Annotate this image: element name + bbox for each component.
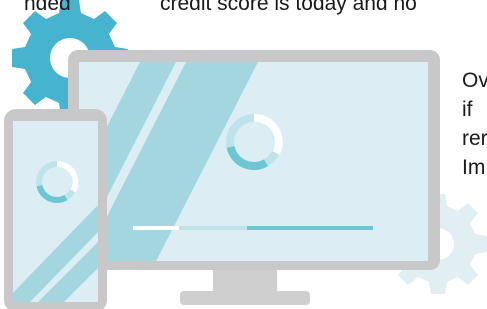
- right-text-line-3: rer: [462, 127, 487, 150]
- right-text-line-4: Im: [462, 156, 486, 179]
- top-left-text: nded: [24, 0, 71, 15]
- monitor-progress-bar: [133, 226, 373, 230]
- devices-illustration: [4, 0, 487, 309]
- smartphone-icon: [4, 109, 107, 309]
- right-text-line-1: Ov: [462, 69, 487, 92]
- credit-score-hero: nded credit score is today and ho Ov if …: [0, 0, 487, 309]
- top-line-text: credit score is today and ho: [160, 0, 417, 15]
- monitor-stand: [180, 268, 310, 305]
- right-text-line-2: if: [462, 98, 473, 121]
